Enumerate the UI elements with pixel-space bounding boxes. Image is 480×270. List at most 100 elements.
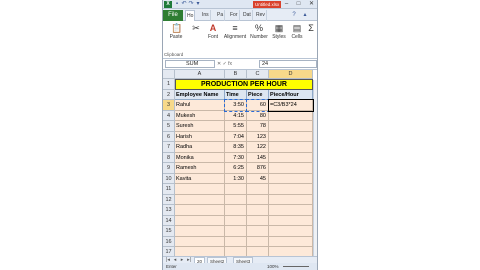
empty-cell[interactable] xyxy=(247,226,269,237)
cell-time[interactable]: 3:50 xyxy=(224,99,248,112)
row-header-14[interactable]: 14 xyxy=(163,215,175,226)
close-icon[interactable]: ✕ xyxy=(307,0,316,9)
empty-cell[interactable] xyxy=(247,215,269,226)
row-header-12[interactable]: 12 xyxy=(163,194,175,205)
paste-button[interactable]: 📋 Paste xyxy=(166,23,186,40)
cell-time[interactable]: 7:04 xyxy=(225,131,247,142)
cell-name[interactable]: Suresh xyxy=(175,121,225,132)
cell-rate[interactable] xyxy=(269,121,313,132)
cell-time[interactable]: 7:30 xyxy=(225,152,247,163)
cell-piece[interactable]: 876 xyxy=(247,163,269,174)
empty-cell[interactable] xyxy=(247,205,269,216)
name-box[interactable]: SUM xyxy=(165,60,215,68)
cells-button[interactable]: ▤ Cells xyxy=(289,23,305,40)
cell-rate[interactable]: =C3/B3*24 xyxy=(268,99,314,112)
minimize-icon[interactable]: – xyxy=(282,0,291,9)
empty-cell[interactable] xyxy=(247,236,269,247)
row-header-11[interactable]: 11 xyxy=(163,184,175,195)
cell-name[interactable]: Harish xyxy=(175,131,225,142)
empty-cell[interactable] xyxy=(225,194,247,205)
tab-page-layout[interactable]: Pa xyxy=(216,10,226,21)
empty-cell[interactable] xyxy=(175,236,225,247)
empty-cell[interactable] xyxy=(175,194,225,205)
column-header-b[interactable]: B xyxy=(225,70,247,79)
row-header-4[interactable]: 4 xyxy=(163,110,175,121)
cell-rate[interactable] xyxy=(269,173,313,184)
tab-home[interactable]: Ho xyxy=(185,10,196,21)
column-header-d[interactable]: D xyxy=(269,70,313,79)
formula-buttons[interactable]: ✕ ✓ fx xyxy=(217,60,257,68)
row-header-2[interactable]: 2 xyxy=(163,89,175,100)
redo-icon[interactable]: ↷ xyxy=(188,1,194,7)
column-header-a[interactable]: A xyxy=(175,70,225,79)
empty-cell[interactable] xyxy=(225,205,247,216)
formula-input[interactable]: 24 xyxy=(259,60,317,68)
column-header-c[interactable]: C xyxy=(247,70,269,79)
header-employee-name[interactable]: Employee Name xyxy=(175,89,225,100)
header-time[interactable]: Time xyxy=(225,89,247,100)
cell-rate[interactable] xyxy=(269,110,313,121)
cell-piece[interactable]: 123 xyxy=(247,131,269,142)
cell-rate[interactable] xyxy=(269,152,313,163)
empty-cell[interactable] xyxy=(225,215,247,226)
row-header-5[interactable]: 5 xyxy=(163,121,175,132)
cell-time[interactable]: 4:15 xyxy=(225,110,247,121)
header-piece-per-hour[interactable]: Piece/Hour xyxy=(269,89,313,100)
row-header-9[interactable]: 9 xyxy=(163,163,175,174)
cell-piece[interactable]: 122 xyxy=(247,142,269,153)
dropdown-icon[interactable]: ▾ xyxy=(195,1,201,7)
row-header-6[interactable]: 6 xyxy=(163,131,175,142)
cell-name[interactable]: Ramesh xyxy=(175,163,225,174)
empty-cell[interactable] xyxy=(269,236,313,247)
ribbon-minimize-icon[interactable]: ▴ xyxy=(302,12,308,18)
zoom-slider[interactable] xyxy=(283,266,309,267)
maximize-icon[interactable]: □ xyxy=(294,0,303,9)
empty-cell[interactable] xyxy=(225,236,247,247)
row-header-13[interactable]: 13 xyxy=(163,205,175,216)
empty-cell[interactable] xyxy=(247,184,269,195)
cell-rate[interactable] xyxy=(269,163,313,174)
help-icon[interactable]: ? xyxy=(291,12,297,18)
cell-rate[interactable] xyxy=(269,131,313,142)
tab-insert[interactable]: Ins xyxy=(201,10,211,21)
row-header-8[interactable]: 8 xyxy=(163,152,175,163)
zoom-level[interactable]: 100% xyxy=(267,263,279,270)
empty-cell[interactable] xyxy=(175,184,225,195)
empty-cell[interactable] xyxy=(175,205,225,216)
row-header-16[interactable]: 16 xyxy=(163,236,175,247)
empty-cell[interactable] xyxy=(269,215,313,226)
row-header-10[interactable]: 10 xyxy=(163,173,175,184)
row-header-7[interactable]: 7 xyxy=(163,142,175,153)
empty-cell[interactable] xyxy=(269,226,313,237)
row-header-1[interactable]: 1 xyxy=(163,79,175,90)
styles-button[interactable]: ▦ Styles xyxy=(270,23,288,40)
row-header-15[interactable]: 15 xyxy=(163,226,175,237)
cell-name[interactable]: Rahul xyxy=(175,100,225,111)
cell-name[interactable]: Monika xyxy=(175,152,225,163)
undo-icon[interactable]: ↶ xyxy=(181,1,187,7)
sigma-button[interactable]: Σ xyxy=(305,23,317,33)
save-icon[interactable]: ▪ xyxy=(174,1,180,7)
tab-data[interactable]: Dat xyxy=(242,10,253,21)
cell-name[interactable]: Kavita xyxy=(175,173,225,184)
cell-piece[interactable]: 80 xyxy=(247,110,269,121)
font-button[interactable]: A Font xyxy=(203,23,223,40)
cell-time[interactable]: 8:35 xyxy=(225,142,247,153)
cell-time[interactable]: 5:55 xyxy=(225,121,247,132)
select-all-corner[interactable] xyxy=(163,70,175,79)
cell-rate[interactable] xyxy=(269,142,313,153)
empty-cell[interactable] xyxy=(269,205,313,216)
cell-name[interactable]: Radha xyxy=(175,142,225,153)
cell-piece[interactable]: 45 xyxy=(247,173,269,184)
empty-cell[interactable] xyxy=(225,226,247,237)
empty-cell[interactable] xyxy=(247,194,269,205)
tab-file[interactable]: File xyxy=(163,10,183,21)
tab-review[interactable]: Rev xyxy=(255,10,267,21)
cell-time[interactable]: 6:25 xyxy=(225,163,247,174)
cell-piece[interactable]: 60 xyxy=(246,99,270,112)
cell-piece[interactable]: 78 xyxy=(247,121,269,132)
empty-cell[interactable] xyxy=(225,184,247,195)
empty-cell[interactable] xyxy=(175,215,225,226)
header-piece[interactable]: Piece xyxy=(247,89,269,100)
empty-cell[interactable] xyxy=(269,194,313,205)
